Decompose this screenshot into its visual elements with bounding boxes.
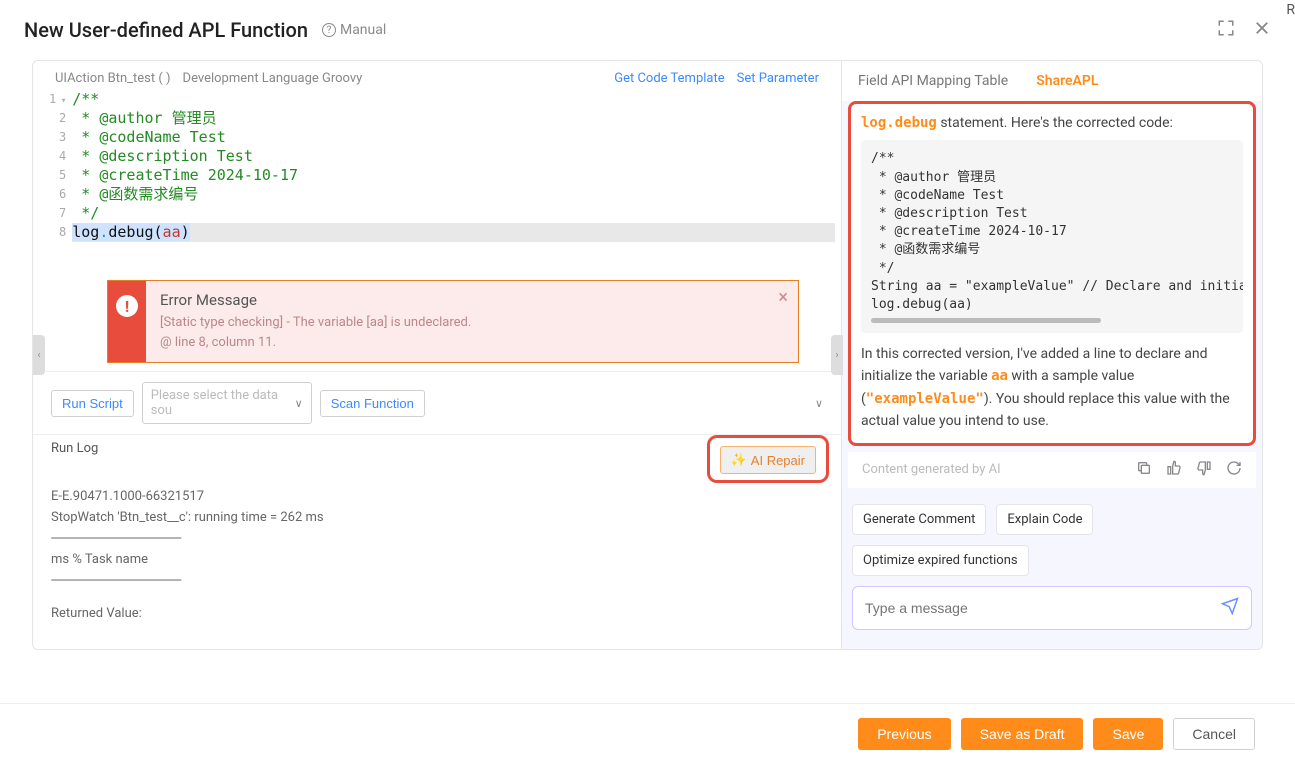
- editor-highlighted-line: log.debug(aa): [72, 223, 835, 242]
- suggest-generate-comment[interactable]: Generate Comment: [852, 504, 986, 535]
- run-script-button[interactable]: Run Script: [51, 390, 134, 417]
- editor-lines: /** * @author 管理员 * @codeName Test * @de…: [72, 90, 835, 242]
- code-chip: log.debug: [861, 115, 937, 131]
- horizontal-scrollbar[interactable]: [871, 318, 1101, 323]
- runlog-line: E-E.90471.1000-66321517: [51, 489, 823, 504]
- script-toolbar: Run Script Please select the data sou ∨ …: [33, 371, 841, 434]
- editor-gutter: 1 ▾2345678: [45, 90, 72, 242]
- error-icon: !: [108, 281, 146, 362]
- ai-gen-label: Content generated by AI: [862, 462, 1001, 477]
- collapse-right-handle[interactable]: ›: [831, 335, 843, 375]
- right-pane: Field API Mapping Table ShareAPL log.deb…: [842, 61, 1262, 649]
- tab-mapping-table[interactable]: Field API Mapping Table: [858, 73, 1008, 89]
- copy-icon[interactable]: [1136, 460, 1152, 480]
- manual-label: Manual: [340, 22, 386, 38]
- returned-value: Returned Value:: [51, 606, 823, 621]
- right-tabs: Field API Mapping Table ShareAPL: [842, 61, 1262, 101]
- ai-repair-button[interactable]: ✨ AI Repair: [720, 446, 816, 474]
- data-source-select[interactable]: Please select the data sou ∨: [142, 382, 312, 424]
- close-icon[interactable]: [1253, 19, 1271, 41]
- set-parameter-link[interactable]: Set Parameter: [737, 71, 819, 86]
- save-button[interactable]: Save: [1093, 718, 1163, 750]
- code-editor[interactable]: 1 ▾2345678 /** * @author 管理员 * @codeName…: [33, 90, 841, 246]
- ai-response-box: log.debug statement. Here's the correcte…: [848, 101, 1256, 446]
- scan-function-button[interactable]: Scan Function: [320, 390, 425, 417]
- collapse-left-handle[interactable]: ‹: [33, 335, 45, 375]
- dialog-header: New User-defined APL Function ? Manual: [0, 0, 1295, 60]
- send-icon[interactable]: [1221, 597, 1239, 619]
- magic-icon: ✨: [731, 452, 747, 468]
- help-icon: ?: [322, 23, 336, 37]
- suggestion-row: Generate Comment Explain Code Optimize e…: [842, 504, 1262, 586]
- save-draft-button[interactable]: Save as Draft: [961, 718, 1084, 750]
- select-placeholder: Please select the data sou: [151, 388, 295, 418]
- dialog-title: New User-defined APL Function: [24, 18, 308, 42]
- run-log-panel: Run Log ✨ AI Repair E-E.90471.1000-66321…: [33, 434, 841, 649]
- error-close-icon[interactable]: ×: [778, 287, 788, 308]
- runlog-line: ----------------------------------------…: [51, 573, 823, 588]
- chevron-down-icon[interactable]: ∨: [815, 397, 823, 410]
- thumbs-up-icon[interactable]: [1166, 460, 1182, 480]
- tab-share-apl[interactable]: ShareAPL: [1036, 73, 1098, 89]
- error-detail-1: [Static type checking] - The variable [a…: [160, 313, 784, 333]
- manual-link[interactable]: ? Manual: [322, 22, 386, 38]
- ai-repair-highlight: ✨ AI Repair: [707, 435, 829, 483]
- uiaction-label: UIAction Btn_test ( ): [55, 71, 171, 86]
- refresh-icon[interactable]: [1226, 460, 1242, 480]
- ai-footer: Content generated by AI: [848, 452, 1256, 488]
- truncated-letter: R: [1286, 2, 1295, 18]
- suggest-optimize[interactable]: Optimize expired functions: [852, 545, 1029, 576]
- dialog-footer: Previous Save as Draft Save Cancel: [0, 703, 1295, 764]
- thumbs-down-icon[interactable]: [1196, 460, 1212, 480]
- runlog-line: ms % Task name: [51, 552, 823, 567]
- run-log-title: Run Log: [51, 441, 98, 456]
- error-detail-2: @ line 8, column 11.: [160, 333, 784, 353]
- error-message-box: ! × Error Message [Static type checking]…: [107, 280, 799, 363]
- left-pane: UIAction Btn_test ( ) Development Langua…: [33, 61, 842, 649]
- chat-input-box[interactable]: [852, 586, 1252, 630]
- chat-input-field[interactable]: [865, 600, 1221, 616]
- previous-button[interactable]: Previous: [858, 718, 950, 750]
- dev-lang-label: Development Language Groovy: [183, 71, 363, 86]
- fullscreen-icon[interactable]: [1217, 19, 1235, 41]
- error-title: Error Message: [160, 291, 784, 309]
- get-template-link[interactable]: Get Code Template: [614, 71, 724, 86]
- ai-code-block: /** * @author 管理员 * @codeName Test * @de…: [861, 140, 1243, 333]
- suggest-explain-code[interactable]: Explain Code: [996, 504, 1093, 535]
- runlog-line: ----------------------------------------…: [51, 531, 823, 546]
- cancel-button[interactable]: Cancel: [1173, 718, 1255, 750]
- runlog-line: StopWatch 'Btn_test__c': running time = …: [51, 510, 823, 525]
- chevron-down-icon: ∨: [295, 397, 303, 410]
